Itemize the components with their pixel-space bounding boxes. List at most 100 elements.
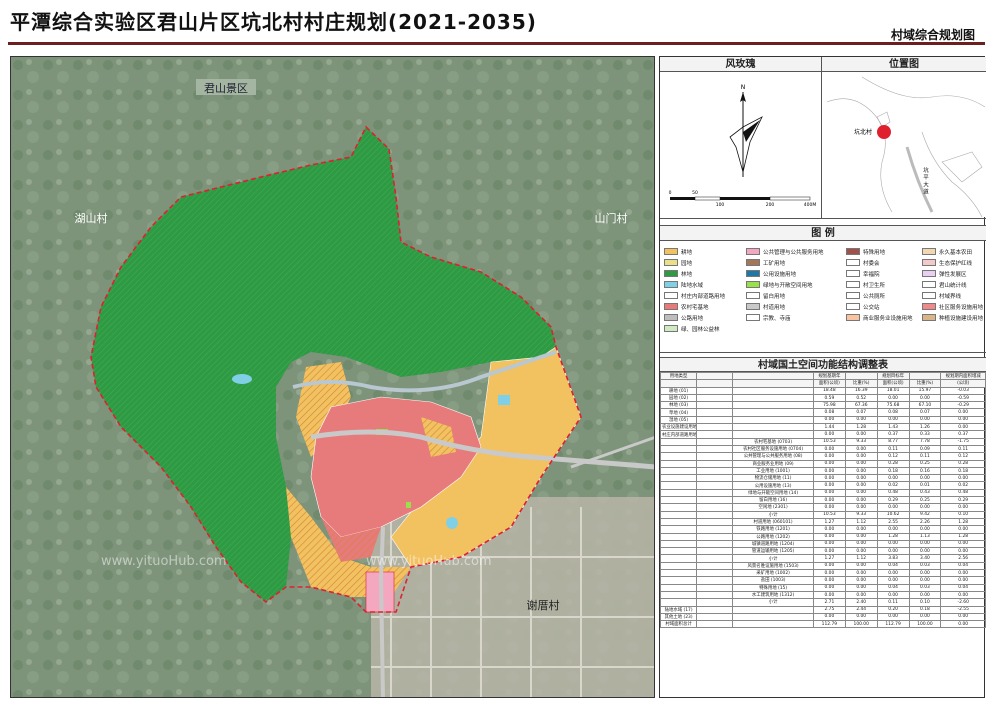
table-cell: 0.08 [812, 408, 846, 417]
table-cell [696, 598, 734, 607]
table-cell: -0.59 [940, 393, 986, 403]
table-cell: 0.00 [844, 539, 878, 549]
legend-item: 生态保护红线 [922, 258, 988, 267]
table-cell: 0.00 [844, 532, 878, 541]
table-cell [696, 496, 734, 505]
page-subtitle: 村域综合规划图 [890, 28, 975, 42]
table-cell: 0.00 [940, 539, 986, 549]
legend-swatch [746, 303, 760, 310]
table-header-cell [732, 371, 814, 381]
table-cell: 湿地 (05) [659, 415, 698, 425]
table-header-cell: 规划期内面积增减 [940, 371, 986, 381]
table-row: 风景名胜设施用地 (1503) 0.00 0.00 0.04 0.03 0.04 [659, 561, 986, 571]
table-header-cell [844, 371, 878, 381]
table-cell: 10.53 [812, 510, 846, 519]
table-cell: -0.03 [940, 386, 986, 395]
legend-swatch [922, 248, 936, 255]
table-cell: 留白用地 (16) [732, 496, 814, 505]
table-cell [696, 525, 734, 534]
table-cell: 1.28 [940, 517, 986, 527]
table-cell [696, 510, 734, 519]
table-header-cell [696, 379, 734, 388]
table-cell [696, 532, 734, 541]
table-cell [696, 415, 734, 425]
table-cell: 绿地与开敞空间用地 (14) [732, 488, 814, 498]
table-cell: 3.83 [876, 554, 910, 563]
legend-swatch [746, 248, 760, 255]
legend-swatch [746, 259, 760, 266]
table-cell [696, 437, 734, 446]
legend-label: 生态保护红线 [939, 260, 973, 267]
table-cell [696, 554, 734, 563]
table-header-cell [659, 379, 698, 388]
table-cell: 0.00 [908, 525, 942, 534]
table-cell: 2.26 [908, 517, 942, 527]
table-cell [659, 496, 698, 505]
green-plot-2 [406, 502, 411, 508]
table-cell: 0.11 [876, 598, 910, 607]
table-cell: 0.00 [812, 590, 846, 600]
village-map[interactable]: 君山景区 湖山村 山门村 谢厝村 www.yituoHub.com www.yi… [10, 56, 655, 698]
table-cell: 0.00 [940, 415, 986, 425]
page-title: 平潭综合实验区君山片区坑北村村庄规划(2021-2035) [10, 10, 537, 34]
legend-item: 村委会 [846, 258, 922, 267]
table-cell: 0.37 [876, 430, 910, 439]
table-cell: 村域面积总计 [659, 620, 698, 629]
table-cell: 0.03 [908, 583, 942, 592]
legend-swatch [846, 248, 860, 255]
table-cell [659, 532, 698, 541]
table-row: 物流仓储用地 (11) 0.00 0.00 0.00 0.00 0.00 [659, 474, 986, 483]
wind-rose-graphic: N 0 50 100 200 400M [669, 84, 817, 208]
table-cell: 18.48 [812, 386, 846, 395]
table-cell: 0.00 [876, 612, 910, 622]
table-cell: 0.25 [908, 496, 942, 505]
table-cell: 100.00 [908, 620, 942, 629]
legend-item: 宗教、寺庙 [746, 313, 846, 322]
table-cell [732, 415, 814, 425]
legend-swatch [664, 325, 678, 332]
location-map-title: 位置图 [822, 57, 986, 72]
table-cell: 0.00 [812, 539, 846, 549]
table-cell [696, 386, 734, 395]
table-cell: 67.36 [844, 401, 878, 410]
table-cell: 1.43 [876, 423, 910, 432]
scale-seg-4 [769, 196, 811, 201]
table-cell [659, 547, 698, 556]
table-cell [696, 452, 734, 461]
table-cell: 物流仓储用地 (11) [732, 474, 814, 483]
table-cell: 0.00 [940, 576, 986, 585]
table-cell: 0.00 [908, 503, 942, 512]
table-row: 盐田 (1003) 0.00 0.00 0.00 0.00 0.00 [659, 576, 986, 585]
table-cell: 0.00 [940, 503, 986, 512]
table-cell: 0.00 [844, 525, 878, 534]
table-cell [659, 554, 698, 563]
table-cell: -1.75 [940, 437, 986, 446]
table-cell: 0.00 [844, 583, 878, 592]
table-cell: 风景名胜设施用地 (1503) [732, 561, 814, 571]
table-cell [732, 620, 814, 629]
table-cell: 0.18 [876, 466, 910, 476]
table-cell: 其他土地 (23) [659, 612, 698, 622]
legend-label: 村卫生所 [863, 282, 886, 289]
table-cell: 0.20 [876, 605, 910, 614]
table-cell: 0.16 [908, 466, 942, 476]
table-cell: 0.00 [812, 576, 846, 585]
scale-seg-1 [670, 197, 695, 200]
table-cell: 0.00 [812, 496, 846, 505]
legend-swatch [746, 314, 760, 321]
legend-item: 种植设施建设用地 [922, 313, 988, 322]
table-cell: 0.00 [940, 568, 986, 578]
legend-swatch [846, 259, 860, 266]
table-cell: 1.13 [908, 532, 942, 541]
table-cell: 0.04 [876, 561, 910, 571]
table-cell: 0.00 [844, 503, 878, 512]
table-cell: 0.00 [940, 525, 986, 534]
table-cell: 公用设施用地 (13) [732, 481, 814, 490]
legend-swatch [664, 314, 678, 321]
table-cell: 0.04 [940, 561, 986, 571]
scale-seg-3 [720, 197, 770, 200]
table-cell: 0.11 [908, 452, 942, 461]
table-cell: 0.00 [812, 488, 846, 498]
table-cell: 0.00 [812, 532, 846, 541]
legend-label: 特殊用地 [863, 249, 886, 256]
